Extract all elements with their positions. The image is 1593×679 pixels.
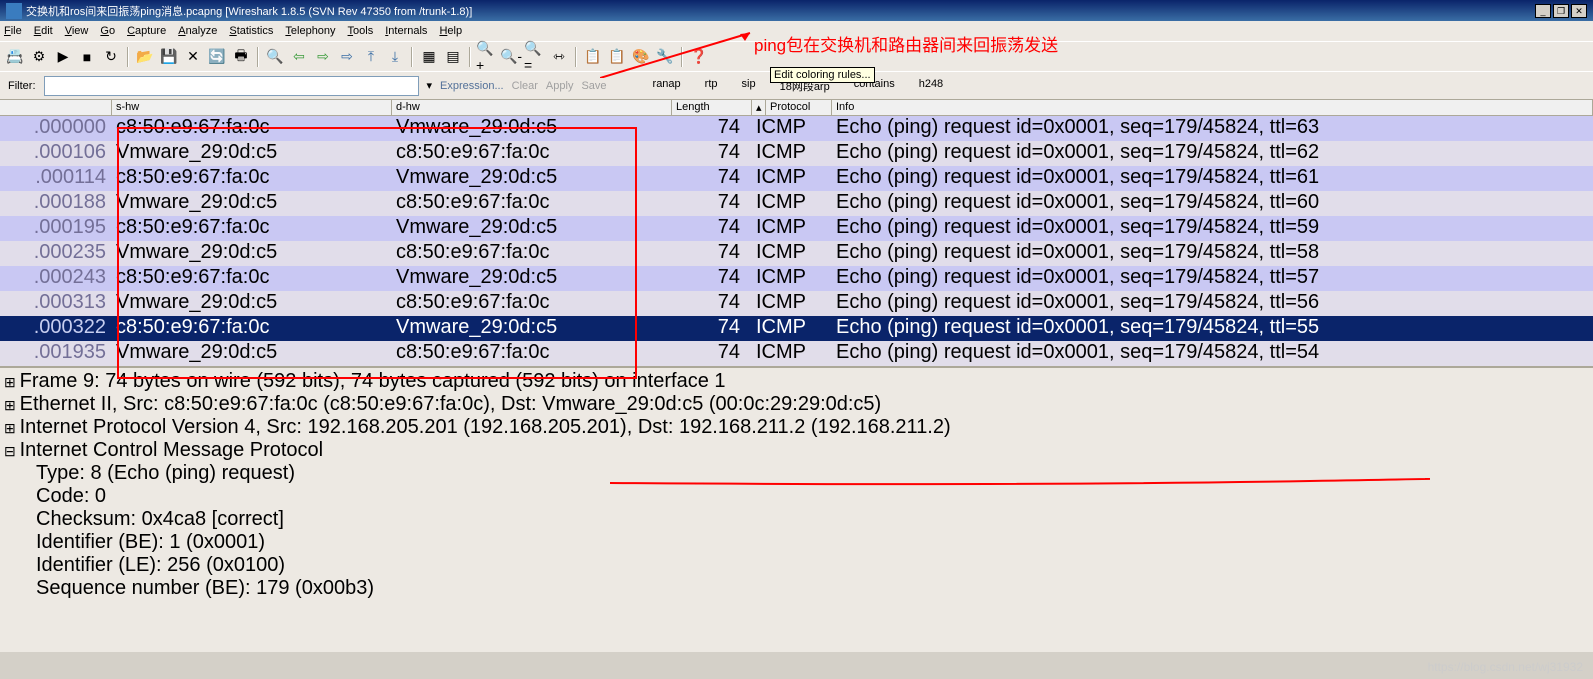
minimize-button[interactable]: _: [1535, 4, 1551, 18]
packet-row[interactable]: .000235Vmware_29:0d:c5c8:50:e9:67:fa:0c7…: [0, 241, 1593, 266]
apply-link[interactable]: Apply: [546, 80, 574, 92]
options-icon[interactable]: ⚙: [28, 46, 50, 68]
restart-capture-icon[interactable]: ↻: [100, 46, 122, 68]
maximize-button[interactable]: ❐: [1553, 4, 1569, 18]
stop-capture-icon[interactable]: ■: [76, 46, 98, 68]
packet-row[interactable]: .000114c8:50:e9:67:fa:0cVmware_29:0d:c57…: [0, 166, 1593, 191]
packet-row[interactable]: .000322c8:50:e9:67:fa:0cVmware_29:0d:c57…: [0, 316, 1593, 341]
zoom-100-icon[interactable]: 🔍=: [524, 46, 546, 68]
detail-line[interactable]: Internet Protocol Version 4, Src: 192.16…: [0, 416, 1593, 439]
menu-internals[interactable]: Internals: [385, 25, 427, 37]
menu-help[interactable]: Help: [439, 25, 462, 37]
menu-file[interactable]: File: [4, 25, 22, 37]
menu-statistics[interactable]: Statistics: [229, 25, 273, 37]
open-icon[interactable]: 📂: [134, 46, 156, 68]
detail-line[interactable]: Ethernet II, Src: c8:50:e9:67:fa:0c (c8:…: [0, 393, 1593, 416]
col-time[interactable]: [0, 100, 112, 115]
save-link[interactable]: Save: [581, 80, 606, 92]
go-first-icon[interactable]: ⤒: [360, 46, 382, 68]
watermark: https://blog.csdn.net/wj31932: [1428, 660, 1583, 674]
zoom-in-icon[interactable]: 🔍+: [476, 46, 498, 68]
packet-details[interactable]: Frame 9: 74 bytes on wire (592 bits), 74…: [0, 366, 1593, 652]
zoom-out-icon[interactable]: 🔍-: [500, 46, 522, 68]
app-icon: [6, 3, 22, 19]
col-protocol[interactable]: Protocol: [766, 100, 832, 115]
menu-tools[interactable]: Tools: [348, 25, 374, 37]
packet-row[interactable]: .001935Vmware_29:0d:c5c8:50:e9:67:fa:0c7…: [0, 341, 1593, 366]
start-capture-icon[interactable]: ▶: [52, 46, 74, 68]
col-sort-icon[interactable]: ▴: [752, 100, 766, 115]
auto-scroll-icon[interactable]: ▤: [442, 46, 464, 68]
go-last-icon[interactable]: ⤓: [384, 46, 406, 68]
go-to-packet-icon[interactable]: ⇨: [336, 46, 358, 68]
packet-row[interactable]: .000243c8:50:e9:67:fa:0cVmware_29:0d:c57…: [0, 266, 1593, 291]
annotation-underline-icon: [610, 478, 1430, 498]
filter-extra[interactable]: sip: [742, 78, 756, 94]
detail-line[interactable]: Identifier (LE): 256 (0x0100): [0, 554, 1593, 577]
print-icon[interactable]: 🖶: [230, 46, 252, 68]
filter-dropdown-icon[interactable]: ▾: [427, 79, 433, 92]
menu-analyze[interactable]: Analyze: [178, 25, 217, 37]
detail-line[interactable]: Identifier (BE): 1 (0x0001): [0, 531, 1593, 554]
go-forward-icon[interactable]: ⇨: [312, 46, 334, 68]
col-dhw[interactable]: d-hw: [392, 100, 672, 115]
packet-row[interactable]: .000188Vmware_29:0d:c5c8:50:e9:67:fa:0c7…: [0, 191, 1593, 216]
reload-icon[interactable]: 🔄: [206, 46, 228, 68]
menu-go[interactable]: Go: [100, 25, 115, 37]
resize-columns-icon[interactable]: ⇿: [548, 46, 570, 68]
packet-list-header[interactable]: s-hw d-hw Length ▴ Protocol Info: [0, 99, 1593, 116]
menu-view[interactable]: View: [65, 25, 89, 37]
filter-input[interactable]: [44, 76, 419, 96]
filter-extra[interactable]: ranap: [653, 78, 681, 94]
go-back-icon[interactable]: ⇦: [288, 46, 310, 68]
filter-extra[interactable]: h248: [919, 78, 943, 94]
menu-telephony[interactable]: Telephony: [285, 25, 335, 37]
detail-line[interactable]: Internet Control Message Protocol: [0, 439, 1593, 462]
clear-link[interactable]: Clear: [512, 80, 538, 92]
detail-line[interactable]: Checksum: 0x4ca8 [correct]: [0, 508, 1593, 531]
tooltip: Edit coloring rules...: [770, 67, 875, 83]
filter-label: Filter:: [8, 80, 36, 92]
titlebar: 交换机和ros间来回振荡ping消息.pcapng [Wireshark 1.8…: [0, 0, 1593, 21]
expression-link[interactable]: Expression...: [440, 80, 504, 92]
close-button[interactable]: ✕: [1571, 4, 1587, 18]
find-icon[interactable]: 🔍: [264, 46, 286, 68]
detail-line[interactable]: Frame 9: 74 bytes on wire (592 bits), 74…: [0, 370, 1593, 393]
save-icon[interactable]: 💾: [158, 46, 180, 68]
filter-extra[interactable]: rtp: [705, 78, 718, 94]
interfaces-icon[interactable]: 📇: [4, 46, 26, 68]
col-length[interactable]: Length: [672, 100, 752, 115]
annotation-arrow-icon: [600, 28, 760, 78]
packet-row[interactable]: .000195c8:50:e9:67:fa:0cVmware_29:0d:c57…: [0, 216, 1593, 241]
menu-edit[interactable]: Edit: [34, 25, 53, 37]
packet-row[interactable]: .000106Vmware_29:0d:c5c8:50:e9:67:fa:0c7…: [0, 141, 1593, 166]
detail-line[interactable]: Sequence number (BE): 179 (0x00b3): [0, 577, 1593, 600]
packet-row[interactable]: .000000c8:50:e9:67:fa:0cVmware_29:0d:c57…: [0, 116, 1593, 141]
packet-list[interactable]: .000000c8:50:e9:67:fa:0cVmware_29:0d:c57…: [0, 116, 1593, 366]
menu-capture[interactable]: Capture: [127, 25, 166, 37]
col-shw[interactable]: s-hw: [112, 100, 392, 115]
col-info[interactable]: Info: [832, 100, 1593, 115]
packet-row[interactable]: .000313Vmware_29:0d:c5c8:50:e9:67:fa:0c7…: [0, 291, 1593, 316]
colorize-icon[interactable]: ▦: [418, 46, 440, 68]
close-file-icon[interactable]: ✕: [182, 46, 204, 68]
annotation-text: ping包在交换机和路由器间来回振荡发送: [754, 31, 1058, 56]
window-title: 交换机和ros间来回振荡ping消息.pcapng [Wireshark 1.8…: [26, 3, 472, 19]
